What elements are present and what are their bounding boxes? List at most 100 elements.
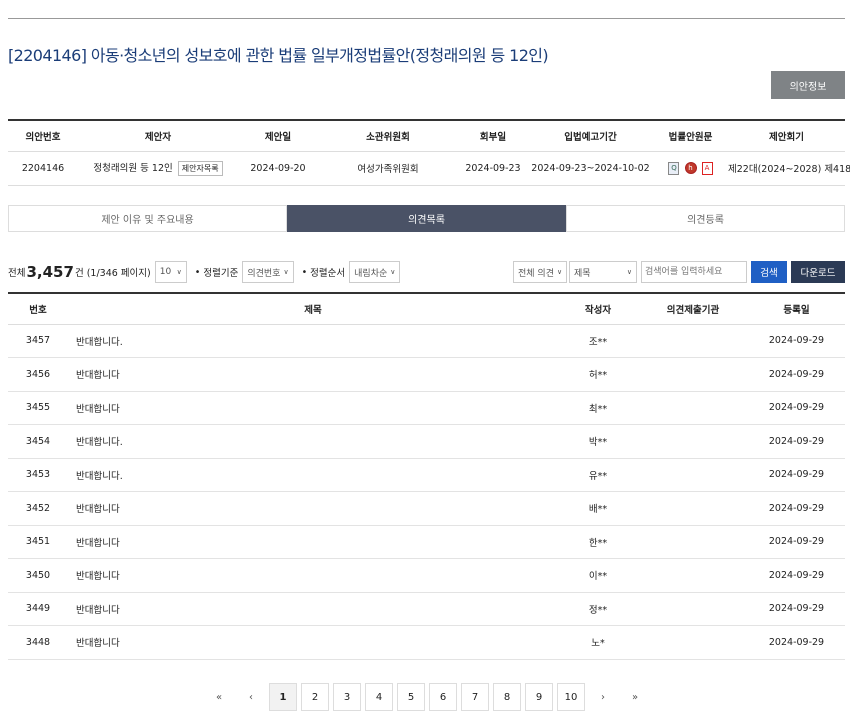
bullet-icon: • [301,266,308,278]
row-title[interactable]: 반대합니다. [68,424,558,459]
page-1-button[interactable]: 1 [269,683,297,711]
row-no: 3452 [8,491,68,526]
row-author: 유** [558,458,638,492]
bill-no: 2204146 [8,151,78,186]
proposer-list-button[interactable]: 제안자목록 [177,161,223,176]
page-6-button[interactable]: 6 [429,683,457,711]
table-row[interactable]: 3454 반대합니다. 박** 2024-09-29 [8,424,845,459]
row-title[interactable]: 반대합니다 [68,525,558,559]
row-date: 2024-09-29 [748,558,845,593]
search-field-select[interactable]: 제목 ∨ [569,261,637,283]
sort-order-label: 정렬순서 [310,268,346,279]
row-no: 3449 [8,592,68,626]
last-page-button[interactable]: » [621,683,649,711]
page-8-button[interactable]: 8 [493,683,521,711]
pdf-file-icon[interactable]: A [701,161,713,175]
chevron-down-icon: ∨ [390,268,396,276]
proposal-date: 2024-09-20 [238,151,318,186]
opinion-filter-select[interactable]: 전체 의견 ∨ [513,261,567,283]
header-proposal-date: 제안일 [238,119,318,152]
list-toolbar: 전체 3,457 건 (1/346 페이지) 10 ∨ • 정렬기준 의견번호 ∨ … [8,261,845,283]
table-row[interactable]: 3452 반대합니다 배** 2024-09-29 [8,491,845,526]
chevron-down-icon: ∨ [626,268,632,276]
table-row[interactable]: 3455 반대합니다 최** 2024-09-29 [8,391,845,425]
header-title: 제목 [68,292,558,325]
page-title: [2204146] 아동·청소년의 성보호에 관한 법률 일부개정법률안(정청래… [8,46,549,65]
row-author: 노* [558,625,638,660]
first-page-button[interactable]: « [205,683,233,711]
prev-page-button[interactable]: ‹ [237,683,265,711]
committee: 여성가족위원회 [318,151,458,186]
hwp-file-icon[interactable]: h [684,162,697,174]
chevron-down-icon: ∨ [176,268,182,276]
row-author: 정** [558,592,638,626]
row-no: 3456 [8,357,68,392]
hwp-viewer-icon[interactable]: Q [668,161,680,175]
row-title[interactable]: 반대합니다 [68,592,558,626]
row-title[interactable]: 반대합니다 [68,491,558,526]
page-10-button[interactable]: 10 [557,683,585,711]
sort-order-select[interactable]: 내림차순 ∨ [349,261,401,283]
table-row[interactable]: 3448 반대합니다 노* 2024-09-29 [8,625,845,660]
referral-date: 2024-09-23 [458,151,528,186]
row-date: 2024-09-29 [748,458,845,492]
row-author: 최** [558,391,638,425]
row-date: 2024-09-29 [748,391,845,425]
download-button[interactable]: 다운로드 [791,261,845,283]
tab-opinion-list[interactable]: 의견목록 [287,205,566,232]
row-no: 3451 [8,525,68,559]
page-3-button[interactable]: 3 [333,683,361,711]
table-row[interactable]: 3449 반대합니다 정** 2024-09-29 [8,592,845,626]
table-row[interactable]: 3457 반대합니다. 조** 2024-09-29 [8,324,845,358]
page-7-button[interactable]: 7 [461,683,489,711]
chevron-down-icon: ∨ [283,268,289,276]
row-title[interactable]: 반대합니다 [68,625,558,660]
top-divider [8,18,845,19]
header-author: 작성자 [558,292,638,325]
row-title[interactable]: 반대합니다 [68,558,558,593]
table-row[interactable]: 3450 반대합니다 이** 2024-09-29 [8,558,845,593]
page-9-button[interactable]: 9 [525,683,553,711]
total-count: 3,457 [26,263,74,281]
row-no: 3457 [8,324,68,358]
row-title[interactable]: 반대합니다 [68,357,558,392]
row-title[interactable]: 반대합니다. [68,324,558,358]
next-page-button[interactable]: › [589,683,617,711]
search-button[interactable]: 검색 [751,261,787,283]
tab-bar: 제안 이유 및 주요내용 의견목록 의견등록 [8,205,845,232]
total-prefix: 전체 [8,268,26,279]
sort-key-select[interactable]: 의견번호 ∨ [242,261,294,283]
row-title[interactable]: 반대합니다 [68,391,558,425]
table-row[interactable]: 3453 반대합니다. 유** 2024-09-29 [8,458,845,492]
row-org [638,458,748,492]
page-size-select[interactable]: 10 ∨ [154,261,187,283]
row-org [638,525,748,559]
row-author: 이** [558,558,638,593]
header-no: 번호 [8,292,68,325]
row-org [638,558,748,593]
search-group: 전체 의견∨ 제목 ∨ 검색 다운로드 [509,261,845,283]
tab-proposal-reason[interactable]: 제안 이유 및 주요내용 [8,205,287,232]
row-org [638,424,748,459]
search-field-value: 제목 [574,268,591,279]
page-5-button[interactable]: 5 [397,683,425,711]
row-no: 3448 [8,625,68,660]
page-size-value: 10 [159,267,172,277]
table-row[interactable]: 3451 반대합니다 한** 2024-09-29 [8,525,845,559]
page-2-button[interactable]: 2 [301,683,329,711]
proposer: 정청래의원 등 12인 [93,163,173,174]
search-input[interactable] [641,261,747,283]
notice-period: 2024-09-23~2024-10-02 [528,151,653,186]
tab-opinion-register[interactable]: 의견등록 [566,205,845,232]
sort-order-value: 내림차순 [354,268,388,279]
row-author: 허** [558,357,638,392]
page-4-button[interactable]: 4 [365,683,393,711]
bill-info-button[interactable]: 의안정보 [771,71,845,99]
table-row[interactable]: 3456 반대합니다 허** 2024-09-29 [8,357,845,392]
pagination: « ‹ 1 2 3 4 5 6 7 8 9 10 › » [205,683,653,711]
row-title[interactable]: 반대합니다. [68,458,558,492]
row-date: 2024-09-29 [748,324,845,358]
row-org [638,357,748,392]
row-org [638,491,748,526]
header-notice-period: 입법예고기간 [528,119,653,152]
